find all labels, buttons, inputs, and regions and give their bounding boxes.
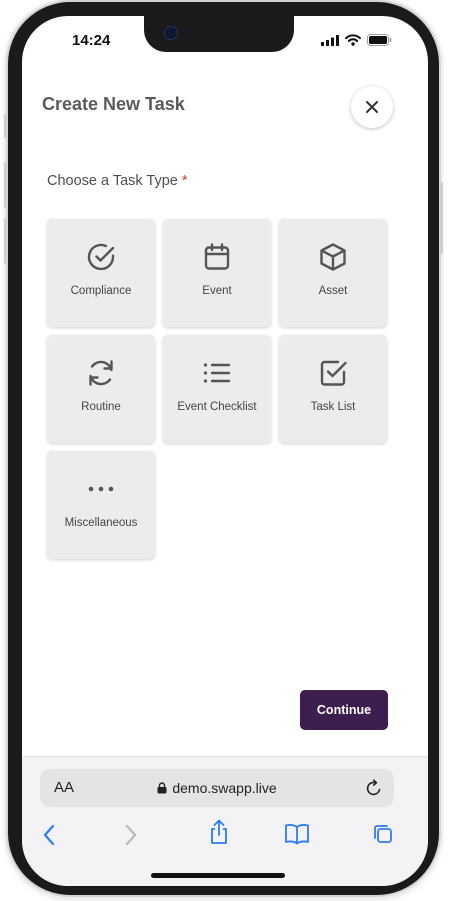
dynamic-island (144, 16, 294, 52)
status-icons (321, 34, 392, 46)
checkbox-icon (320, 360, 347, 386)
page-title: Create New Task (42, 94, 185, 114)
task-type-label: Event (202, 285, 232, 297)
task-type-miscellaneous[interactable]: Miscellaneous (47, 451, 155, 559)
signal-icon (321, 34, 339, 46)
task-type-label: Asset (318, 285, 348, 297)
status-bar: 14:24 (22, 16, 428, 68)
tabs-icon[interactable] (372, 823, 394, 845)
bookmarks-icon[interactable] (284, 823, 310, 845)
lock-icon (157, 782, 167, 794)
share-icon[interactable] (208, 819, 230, 845)
task-type-compliance[interactable]: Compliance (47, 219, 155, 327)
cube-icon (320, 243, 346, 271)
continue-button[interactable]: Continue (300, 690, 388, 730)
task-type-task-list[interactable]: Task List (279, 335, 387, 443)
close-button[interactable] (351, 86, 393, 128)
task-type-label: Miscellaneous (64, 517, 138, 529)
volume-up-button (4, 162, 7, 208)
url-text: demo.swapp.live (172, 780, 277, 796)
battery-icon (367, 34, 392, 46)
task-type-label-text: Choose a Task Type (47, 173, 178, 189)
url-display[interactable]: demo.swapp.live (40, 780, 394, 796)
phone-screen: 14:24 Create New Task Choose a Task Type… (22, 16, 428, 886)
task-type-routine[interactable]: Routine (47, 335, 155, 443)
task-type-label: Compliance (70, 285, 132, 297)
task-type-label: Event Checklist (177, 401, 257, 413)
status-time: 14:24 (72, 32, 111, 49)
browser-chrome: AA demo.swapp.live (22, 756, 428, 886)
task-type-event[interactable]: Event (163, 219, 271, 327)
forward-icon[interactable] (124, 823, 138, 847)
task-type-label: Task List (310, 401, 356, 413)
close-icon (366, 101, 378, 113)
required-mark: * (181, 173, 188, 189)
calendar-icon (204, 243, 230, 270)
browser-toolbar (22, 817, 428, 857)
action-button (4, 114, 7, 138)
power-button (440, 182, 443, 254)
wifi-icon (345, 34, 361, 46)
refresh-icon (89, 360, 113, 386)
reload-icon[interactable] (365, 779, 382, 797)
list-icon (203, 363, 231, 383)
more-horizontal-icon (88, 486, 114, 492)
volume-down-button (4, 218, 7, 264)
address-bar[interactable]: AA demo.swapp.live (40, 769, 394, 807)
check-circle-icon (87, 243, 115, 271)
task-type-event-checklist[interactable]: Event Checklist (163, 335, 271, 443)
back-icon[interactable] (42, 823, 56, 847)
task-type-label: Choose a Task Type * (47, 173, 188, 189)
home-indicator (151, 873, 285, 878)
camera-icon (164, 26, 178, 40)
task-type-label: Routine (81, 401, 121, 413)
task-type-asset[interactable]: Asset (279, 219, 387, 327)
